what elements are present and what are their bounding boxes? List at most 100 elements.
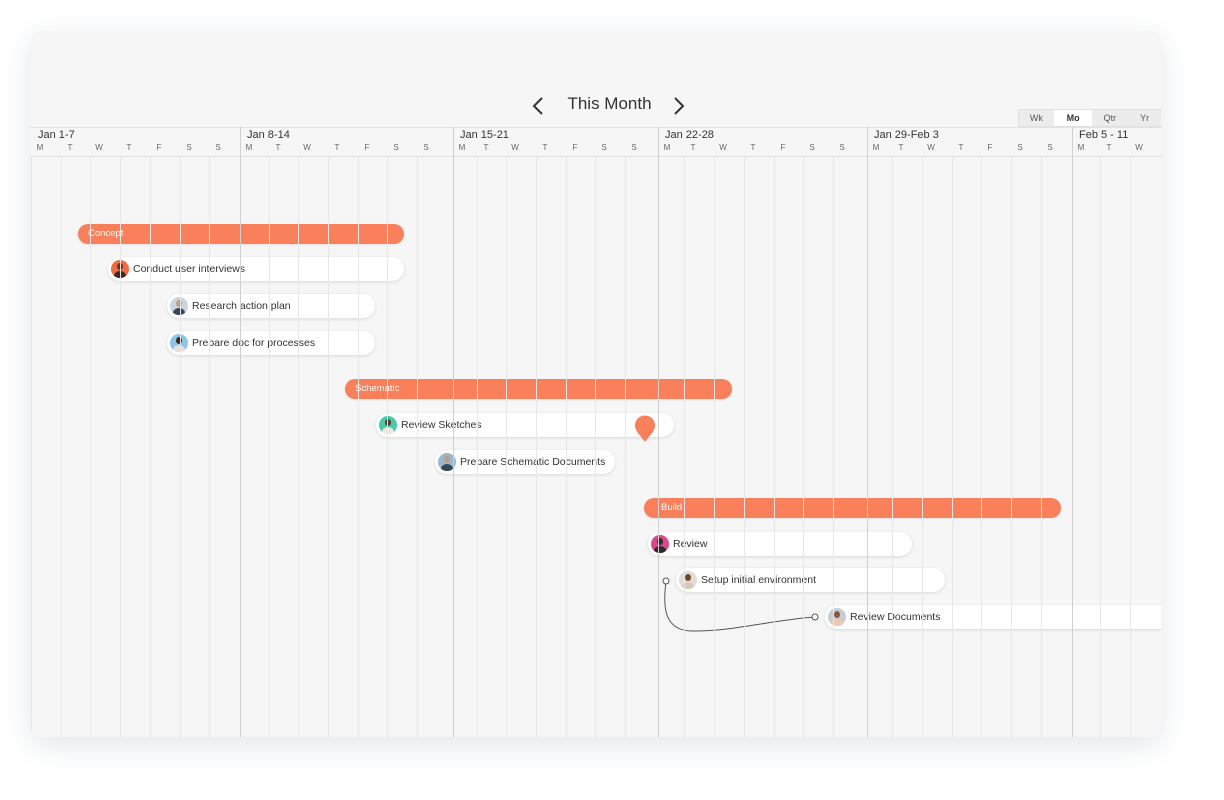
week-header: Jan 29-Feb 3	[874, 129, 939, 141]
week-divider	[1072, 127, 1073, 737]
task-bar[interactable]: Prepare Schematic Documents	[435, 450, 615, 474]
day-header: W	[927, 143, 935, 152]
day-header: M	[872, 143, 880, 152]
day-gridline	[803, 157, 804, 737]
day-gridline	[595, 157, 596, 737]
task-bar[interactable]: Review	[648, 532, 912, 556]
week-divider	[31, 157, 32, 737]
day-gridline	[417, 157, 418, 737]
day-header: T	[275, 143, 281, 152]
period-navigation: This Month	[31, 91, 1161, 121]
task-label: Research action plan	[192, 300, 291, 312]
task-label: Prepare doc for processes	[192, 337, 316, 349]
day-gridline	[180, 157, 181, 737]
week-divider	[453, 127, 454, 737]
day-gridline	[981, 157, 982, 737]
task-bar[interactable]: Review Documents	[825, 605, 1161, 629]
day-header: S	[809, 143, 815, 152]
task-label: Review	[673, 538, 708, 550]
day-gridline	[269, 157, 270, 737]
day-gridline	[1041, 157, 1042, 737]
day-gridline	[1100, 157, 1101, 737]
day-header: F	[987, 143, 993, 152]
task-label: Prepare Schematic Documents	[460, 456, 606, 468]
task-bar[interactable]: Research action plan	[167, 294, 375, 318]
next-period-button[interactable]	[664, 91, 694, 121]
gantt-card: This Month Wk Mo Qtr Yr W T M S S F T W T M S S F T W T…	[31, 31, 1161, 737]
view-toggle: Wk Mo Qtr Yr	[1018, 109, 1161, 127]
previous-period-button[interactable]	[523, 91, 553, 121]
day-gridline	[209, 157, 210, 737]
day-gridline	[714, 157, 715, 737]
day-header: W	[95, 143, 103, 152]
day-gridline	[833, 157, 834, 737]
day-header: M	[1077, 143, 1085, 152]
week-header: Feb 5 - 11	[1079, 129, 1129, 141]
period-title: This Month	[567, 94, 652, 113]
day-gridline	[536, 157, 537, 737]
day-header: S	[631, 143, 637, 152]
day-header: W	[511, 143, 519, 152]
day-header: W	[303, 143, 311, 152]
day-header: M	[458, 143, 466, 152]
day-header: T	[958, 143, 964, 152]
view-year-button[interactable]: Yr	[1127, 110, 1161, 126]
day-gridline	[625, 157, 626, 737]
day-header: T	[334, 143, 340, 152]
day-header: F	[572, 143, 578, 152]
timeline-grid: WTMSSFTWTMSSFTWTMSSFTWTMSSFTWTMSSFTWTM J…	[31, 127, 1161, 737]
day-header: S	[1017, 143, 1023, 152]
day-header: M	[245, 143, 253, 152]
chevron-left-icon	[532, 97, 543, 115]
day-header: S	[215, 143, 221, 152]
day-gridline	[1011, 157, 1012, 737]
view-quarter-button[interactable]: Qtr	[1092, 110, 1127, 126]
day-header: T	[750, 143, 756, 152]
day-gridline	[387, 157, 388, 737]
day-header: M	[663, 143, 671, 152]
week-divider	[867, 127, 868, 737]
task-bar[interactable]: Prepare doc for processes	[167, 331, 375, 355]
task-bar[interactable]: Conduct user interviews	[108, 257, 404, 281]
day-header: T	[690, 143, 696, 152]
day-gridline	[150, 157, 151, 737]
phase-bar-schematic[interactable]: Schematic	[345, 379, 732, 399]
dependency-connector	[662, 577, 819, 632]
day-header: W	[719, 143, 727, 152]
day-header: F	[156, 143, 162, 152]
day-gridline	[328, 157, 329, 737]
task-label: Review Documents	[850, 611, 941, 623]
phase-bar-concept[interactable]: Concept	[78, 224, 404, 244]
day-header: F	[780, 143, 786, 152]
day-header: T	[1106, 143, 1112, 152]
day-gridline	[1130, 157, 1131, 737]
day-gridline	[774, 157, 775, 737]
task-label: Review Sketches	[401, 419, 482, 431]
day-gridline	[566, 157, 567, 737]
milestone-pin-icon[interactable]	[634, 415, 656, 443]
week-divider	[658, 127, 659, 737]
week-header: Jan 1-7	[38, 129, 75, 141]
day-gridline	[477, 157, 478, 737]
day-gridline	[506, 157, 507, 737]
phase-bar-build[interactable]: Build	[644, 498, 1061, 518]
day-gridline	[298, 157, 299, 737]
view-week-button[interactable]: Wk	[1019, 110, 1054, 126]
day-header: S	[393, 143, 399, 152]
task-bar[interactable]: Review Sketches	[376, 413, 674, 437]
avatar	[379, 416, 397, 434]
day-header: S	[423, 143, 429, 152]
day-header: T	[126, 143, 132, 152]
day-header: S	[186, 143, 192, 152]
day-gridline	[90, 157, 91, 737]
avatar	[170, 334, 188, 352]
day-gridline	[358, 157, 359, 737]
day-header: S	[1047, 143, 1053, 152]
day-gridline	[892, 157, 893, 737]
week-divider	[240, 127, 241, 737]
week-header: Jan 15-21	[460, 129, 509, 141]
header-bottom-border	[31, 156, 1161, 157]
day-header: T	[67, 143, 73, 152]
day-gridline	[61, 157, 62, 737]
view-month-button[interactable]: Mo	[1053, 110, 1093, 126]
